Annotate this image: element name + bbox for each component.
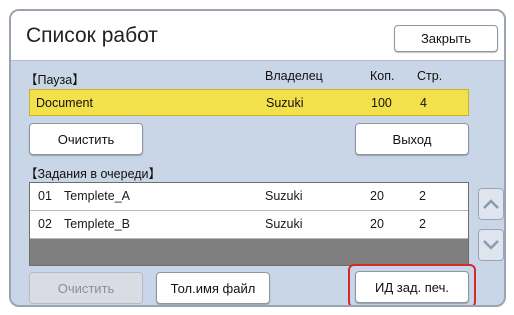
queue-job-number: 01 bbox=[38, 189, 52, 203]
filename-only-button[interactable]: Тол.имя файл bbox=[156, 272, 270, 304]
queue-list: 01 Templete_A Suzuki 20 2 02 Templete_B … bbox=[29, 182, 469, 266]
queue-job-name: Templete_B bbox=[64, 217, 131, 231]
chevron-down-icon bbox=[483, 240, 499, 250]
job-list-window: Список работ Закрыть 【Пауза】 Владелец Ко… bbox=[9, 9, 506, 307]
scroll-down-button[interactable] bbox=[478, 229, 504, 261]
queue-job-name: Templete_A bbox=[64, 189, 131, 203]
queue-job-copies: 20 bbox=[370, 189, 384, 203]
chevron-up-icon bbox=[483, 199, 499, 209]
paused-job-row[interactable]: Document Suzuki 100 4 bbox=[29, 89, 469, 116]
queue-job-pages: 2 bbox=[419, 189, 426, 203]
close-button[interactable]: Закрыть bbox=[394, 25, 498, 52]
job-pages: 4 bbox=[420, 96, 427, 110]
queue-job-owner: Suzuki bbox=[265, 217, 303, 231]
queue-row[interactable]: 01 Templete_A Suzuki 20 2 bbox=[30, 183, 468, 211]
job-owner: Suzuki bbox=[266, 96, 304, 110]
job-name: Document bbox=[36, 96, 93, 110]
owner-column-header: Владелец bbox=[265, 69, 323, 83]
highlight-frame bbox=[348, 264, 476, 305]
exit-button[interactable]: Выход bbox=[355, 123, 469, 155]
title-bar: Список работ Закрыть bbox=[11, 11, 504, 61]
pages-column-header: Стр. bbox=[417, 69, 443, 83]
queue-row[interactable]: 02 Templete_B Suzuki 20 2 bbox=[30, 211, 468, 239]
queue-job-pages: 2 bbox=[419, 217, 426, 231]
queue-clear-button[interactable]: Очистить bbox=[29, 272, 143, 304]
window-title: Список работ bbox=[26, 24, 158, 47]
copies-column-header: Коп. bbox=[370, 69, 395, 83]
job-copies: 100 bbox=[371, 96, 392, 110]
paused-section-label: 【Пауза】 bbox=[25, 73, 85, 87]
queue-job-copies: 20 bbox=[370, 217, 384, 231]
queue-job-owner: Suzuki bbox=[265, 189, 303, 203]
queue-section-label: 【Задания в очереди】 bbox=[25, 167, 162, 181]
scroll-up-button[interactable] bbox=[478, 188, 504, 220]
paused-clear-button[interactable]: Очистить bbox=[29, 123, 143, 155]
queue-job-number: 02 bbox=[38, 217, 52, 231]
